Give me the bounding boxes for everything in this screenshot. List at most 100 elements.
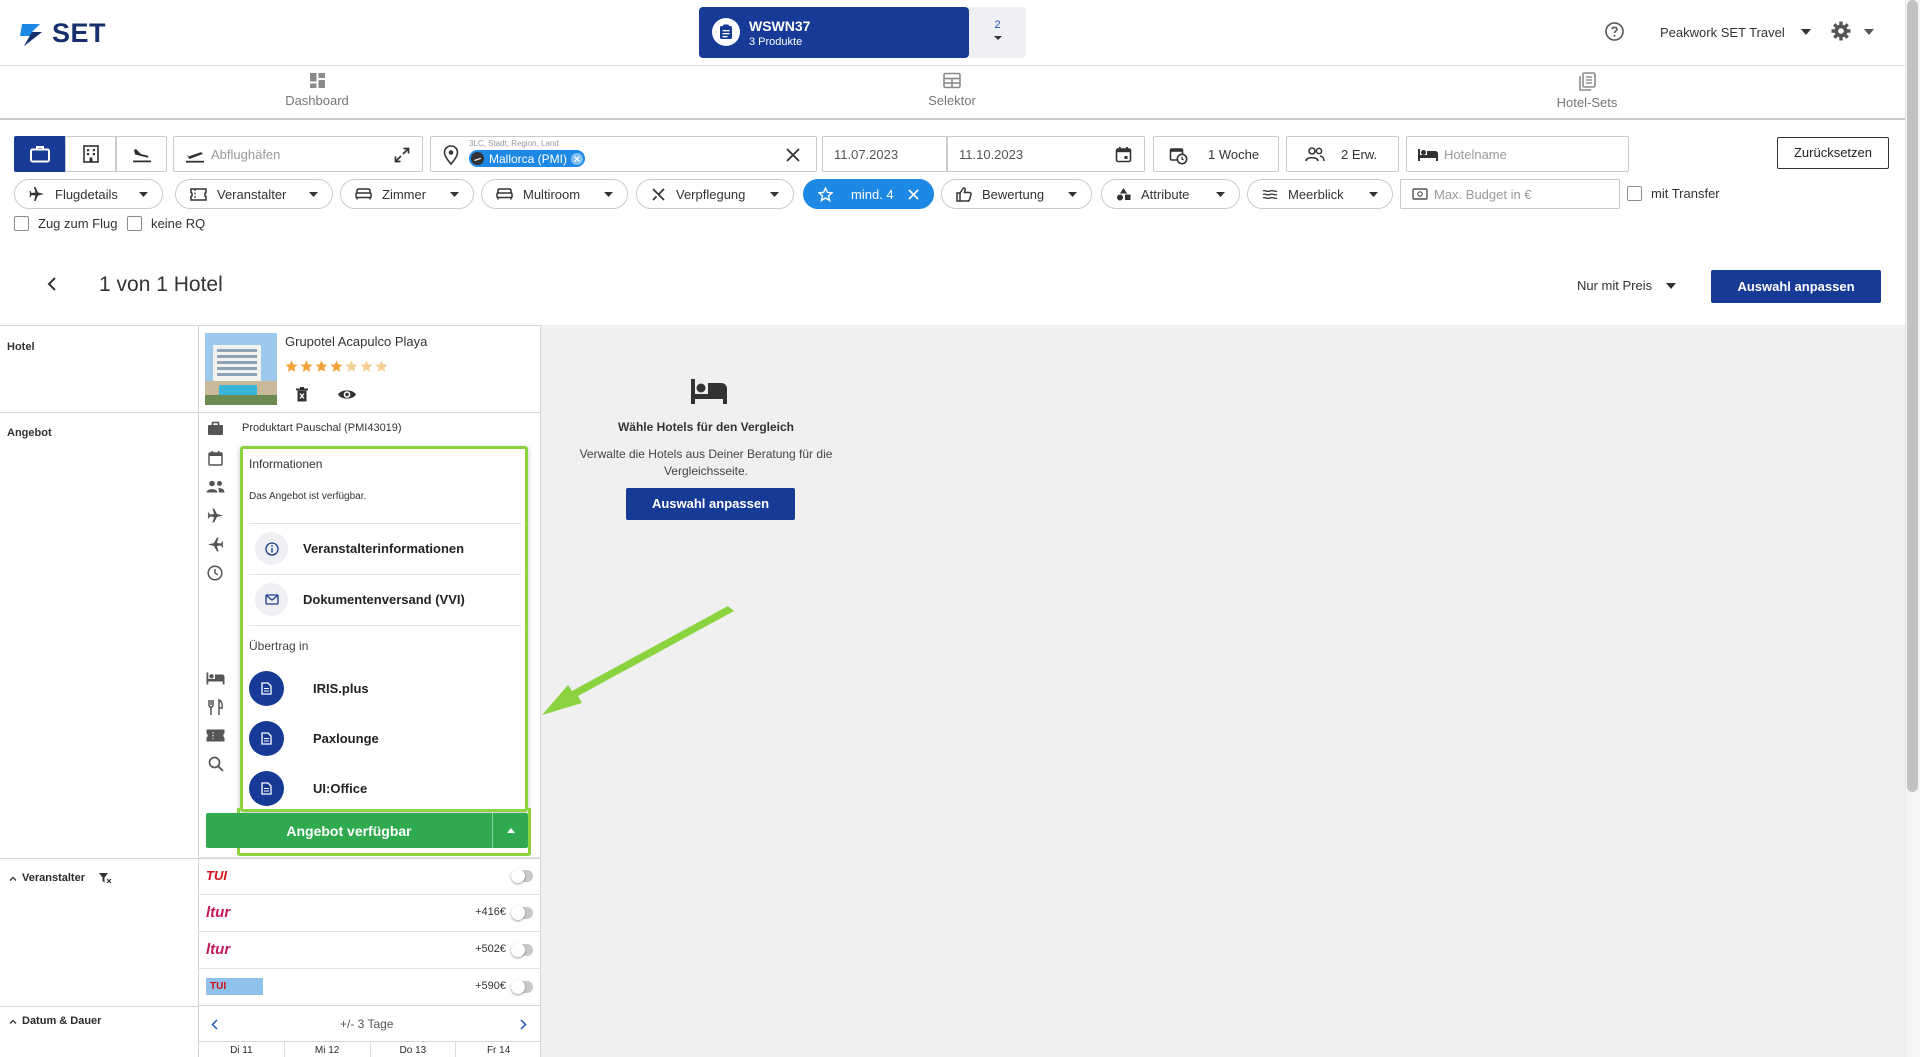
filter-clear-icon[interactable] (98, 872, 112, 884)
operator-row[interactable]: ltur +416€ (199, 894, 541, 931)
date-cell[interactable]: Do 13 (371, 1042, 457, 1057)
chevron-left-icon[interactable] (46, 276, 58, 292)
flight-land-icon (132, 149, 151, 163)
gear-icon[interactable] (1830, 20, 1852, 42)
scrollbar-thumb[interactable] (1907, 0, 1918, 792)
caret-up-icon (506, 828, 515, 833)
transfer-ui-office[interactable]: UI:Office (249, 768, 521, 808)
veranstalter-section-toggle[interactable]: Veranstalter (9, 872, 112, 884)
keine-rq-checkbox[interactable]: keine RQ (127, 216, 205, 231)
chip-remove-icon[interactable] (571, 152, 584, 165)
veranstalterinformationen-item[interactable]: Veranstalterinformationen (249, 523, 521, 573)
nav-hotel-sets[interactable]: Hotel-Sets (1507, 72, 1667, 110)
product-type: Produktart Pauschal (PMI43019) (242, 422, 402, 434)
calendar-icon[interactable] (1115, 146, 1132, 163)
transfer-checkbox[interactable]: mit Transfer (1627, 186, 1720, 201)
delete-icon[interactable] (296, 387, 308, 402)
location-pin-icon (443, 145, 459, 165)
offer-basket[interactable]: WSWN37 3 Produkte (699, 7, 969, 58)
offer-count-toggle[interactable]: 2 (969, 7, 1026, 58)
checkbox[interactable] (1627, 186, 1642, 201)
adjust-selection-button[interactable]: Auswahl anpassen (1711, 270, 1881, 303)
info-icon (255, 532, 288, 565)
duration-field[interactable]: 1 Woche (1153, 136, 1279, 172)
date-cell[interactable]: Di 11 (199, 1042, 285, 1057)
filter-attribute[interactable]: Attribute (1101, 179, 1240, 209)
caret-down-icon[interactable] (1864, 29, 1874, 35)
ltur-logo: ltur (206, 904, 231, 921)
price-filter-select[interactable]: Nur mit Preis (1577, 278, 1652, 293)
offer-code: WSWN37 (749, 18, 811, 34)
date-from-field[interactable]: 11.07.2023 (822, 136, 947, 172)
caret-down-icon[interactable] (1801, 29, 1811, 35)
hotel-photo[interactable] (205, 333, 277, 405)
destination-chip[interactable]: Mallorca (PMI) (469, 150, 586, 167)
expand-icon[interactable] (394, 147, 410, 163)
max-budget-field[interactable]: Max. Budget in € (1400, 179, 1620, 209)
filter-zimmer[interactable]: Zimmer (340, 179, 474, 209)
nav-selektor[interactable]: Selektor (872, 72, 1032, 108)
checkbox[interactable] (14, 216, 29, 231)
people-icon (206, 480, 225, 493)
filter-label: Meerblick (1288, 186, 1344, 202)
filter-multiroom[interactable]: Multiroom (481, 179, 628, 209)
chevron-left-icon[interactable] (211, 1019, 218, 1030)
product-type-flight[interactable] (116, 136, 167, 172)
operator-row[interactable]: ltur +502€ (199, 931, 541, 968)
cta-dropdown-toggle[interactable] (492, 813, 528, 848)
shapes-icon (1117, 188, 1131, 201)
reset-button[interactable]: Zurücksetzen (1777, 137, 1889, 169)
cutlery-icon (208, 699, 223, 715)
caret-down-icon (1068, 191, 1077, 197)
departure-airport-field[interactable]: Abflughäfen (173, 136, 423, 172)
checkbox[interactable] (127, 216, 142, 231)
compare-adjust-button[interactable]: Auswahl anpassen (626, 488, 795, 520)
clear-icon[interactable] (786, 148, 800, 162)
dokumentenversand-item[interactable]: Dokumentenversand (VVI) (249, 574, 521, 624)
date-cell[interactable]: Mi 12 (285, 1042, 371, 1057)
operator-toggle[interactable] (511, 906, 533, 920)
date-from: 11.07.2023 (834, 147, 899, 162)
filter-verpflegung[interactable]: Verpflegung (636, 179, 794, 209)
destination-chip-label: Mallorca (PMI) (489, 151, 568, 166)
hotel-name-field[interactable]: Hotelname (1406, 136, 1629, 172)
zug-zum-flug-checkbox[interactable]: Zug zum Flug (14, 216, 117, 231)
caret-down-icon[interactable] (1666, 283, 1676, 289)
set-logo[interactable]: SET (18, 18, 106, 49)
close-icon[interactable] (908, 188, 919, 200)
agency-name[interactable]: Peakwork SET Travel (1660, 25, 1785, 40)
filter-flugdetails[interactable]: Flugdetails (14, 179, 163, 209)
transfer-paxlounge[interactable]: Paxlounge (249, 718, 521, 758)
hotel-name[interactable]: Grupotel Acapulco Playa (285, 334, 427, 349)
info-heading: Informationen (249, 457, 323, 471)
caret-down-icon (1369, 191, 1378, 197)
datum-section-toggle[interactable]: Datum & Dauer (9, 1015, 101, 1027)
transfer-iris-plus[interactable]: IRIS.plus (249, 668, 521, 708)
destination-field[interactable]: 3LC, Stadt, Region, Land Mallorca (PMI) (430, 136, 817, 172)
date-to: 11.10.2023 (959, 147, 1024, 162)
filter-veranstalter[interactable]: Veranstalter (175, 179, 333, 209)
nav-dashboard[interactable]: Dashboard (237, 72, 397, 108)
filter-meerblick[interactable]: Meerblick (1247, 179, 1393, 209)
operator-toggle[interactable] (511, 943, 533, 957)
clipboard-icon (712, 18, 740, 46)
product-type-hotel[interactable] (65, 136, 116, 172)
product-type-package[interactable] (14, 136, 65, 172)
date-to-field[interactable]: 11.10.2023 (947, 136, 1145, 172)
travellers-field[interactable]: 2 Erw. (1286, 136, 1399, 172)
chevron-right-icon[interactable] (520, 1019, 527, 1030)
operator-toggle[interactable] (511, 980, 533, 994)
caret-down-icon (450, 191, 459, 197)
operator-toggle[interactable] (511, 869, 533, 883)
date-cell[interactable]: Fr 14 (456, 1042, 541, 1057)
operator-row[interactable]: TUI +590€ (199, 968, 541, 1005)
help-icon[interactable] (1604, 21, 1625, 42)
operator-row[interactable]: TUI (199, 857, 541, 894)
eye-icon[interactable] (337, 388, 357, 401)
star-empty-icon (360, 360, 373, 372)
airport-icon (471, 152, 484, 165)
tui-logo: TUI (206, 868, 227, 883)
offer-available-button[interactable]: Angebot verfügbar (206, 813, 528, 848)
filter-bewertung[interactable]: Bewertung (941, 179, 1092, 209)
filter-stars[interactable]: mind. 4 (803, 179, 934, 209)
